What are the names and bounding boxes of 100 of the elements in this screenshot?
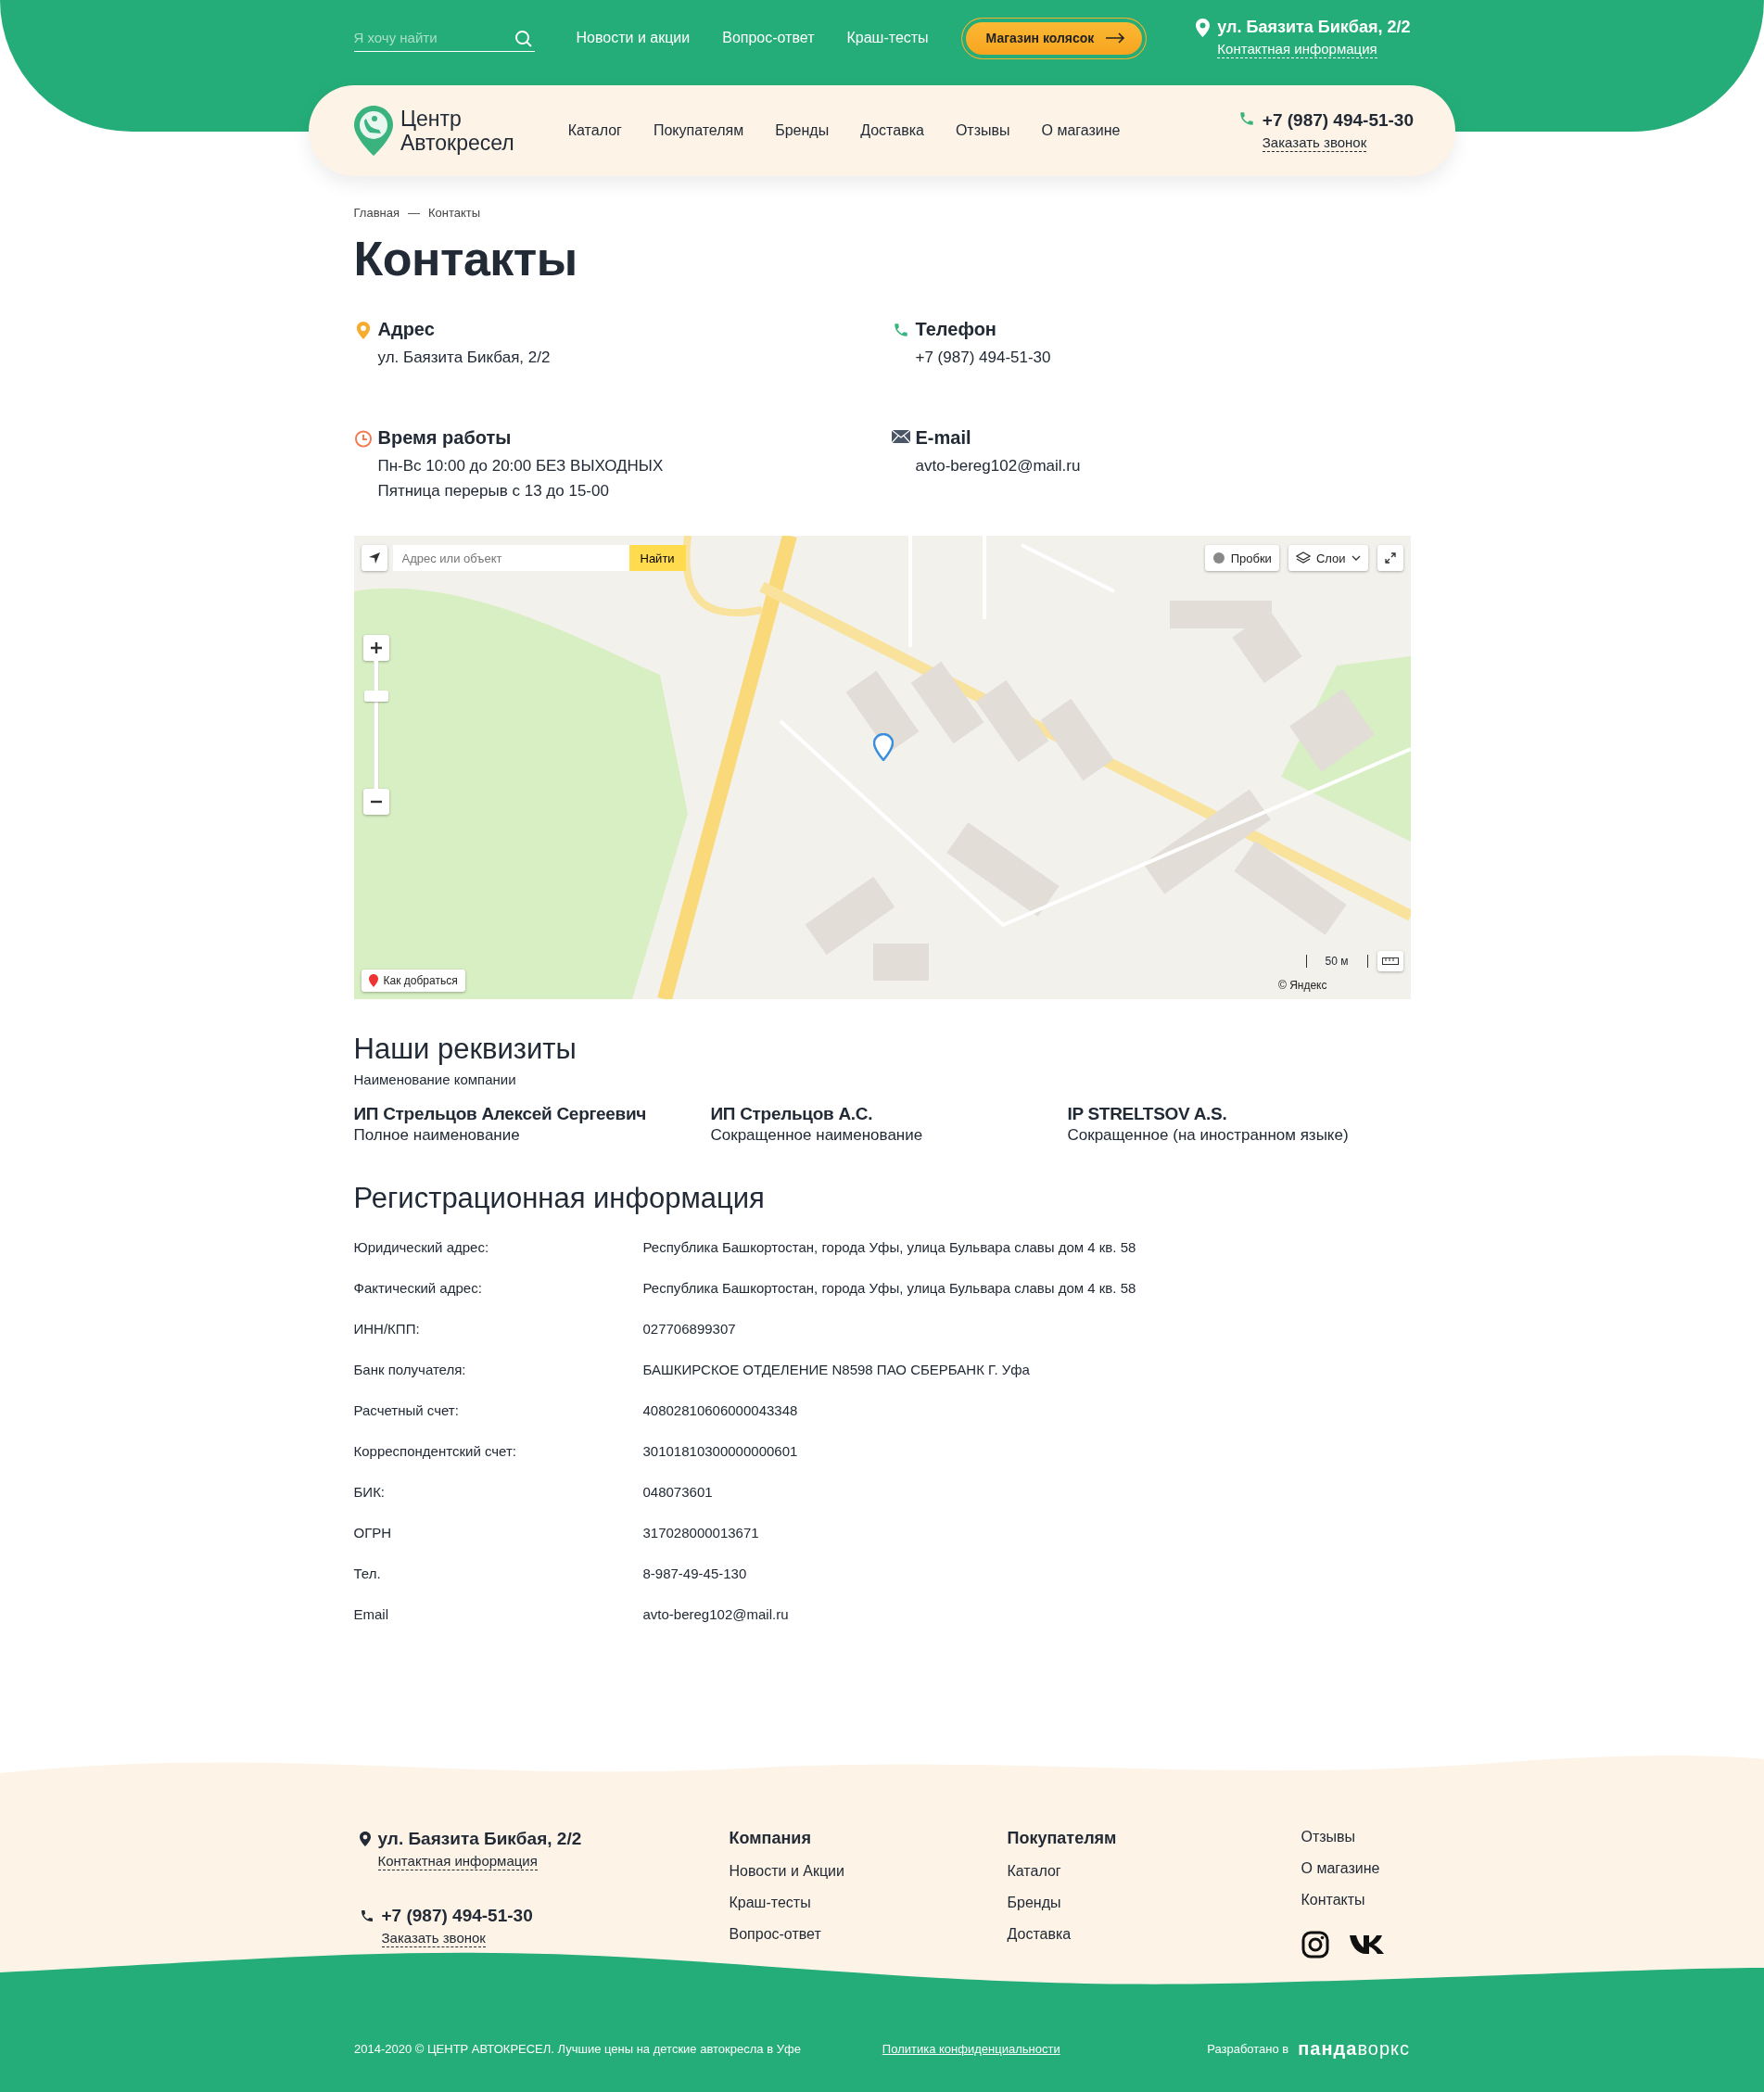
map-marker-icon — [872, 733, 894, 762]
section-subtitle: Наименование компании — [353, 1071, 517, 1088]
car-seat-logo-icon — [354, 106, 393, 156]
chevron-down-icon — [1351, 555, 1361, 562]
minus-icon — [370, 800, 382, 805]
company-name: ИП Стрельцов А.С. — [710, 1104, 874, 1125]
plus-icon — [370, 642, 382, 654]
fullscreen-button[interactable] — [1377, 545, 1403, 572]
location-pin-icon — [359, 1832, 371, 1846]
field-value: Республика Башкортостан, города Уфы, улица Бульвара славы дом 4 кв. 58 — [642, 1279, 1136, 1296]
map-scale: 50 м — [1305, 955, 1368, 969]
contact-heading: Телефон — [915, 319, 997, 341]
main-nav-link[interactable]: Доставка — [860, 122, 924, 139]
map-find-button[interactable]: Найти — [628, 545, 686, 572]
main-nav-link[interactable]: Отзывы — [955, 122, 1010, 139]
footer-link[interactable]: Контакты — [1301, 1892, 1411, 1908]
company-name: ИП Стрельцов Алексей Сергеевич — [353, 1104, 648, 1125]
route-button[interactable]: Как добраться — [361, 970, 465, 993]
field-label: Корреспондентский счет: — [353, 1442, 517, 1459]
field-label: Email — [353, 1605, 389, 1622]
footer-link[interactable]: Краш-тесты — [729, 1895, 1008, 1911]
footer-column-title: Компания — [729, 1829, 812, 1848]
field-value: 8-987-49-45-130 — [642, 1565, 747, 1581]
field-value: Республика Башкортостан, города Уфы, улица Бульвара славы дом 4 кв. 58 — [642, 1238, 1136, 1255]
field-value: 40802810606000043348 — [642, 1401, 798, 1418]
section-heading: Наши реквизиты — [353, 1033, 577, 1067]
contact-detail: avto-bereg102@mail.ru — [915, 456, 1081, 477]
breadcrumb-current: Контакты — [428, 206, 481, 220]
map-search-field[interactable]: Адрес или объект — [392, 545, 629, 572]
developer-credit: Разработано в — [1207, 2041, 1289, 2056]
expand-icon — [1384, 552, 1396, 564]
main-nav-link[interactable]: Каталог — [567, 122, 622, 139]
breadcrumb-link[interactable]: Главная — [353, 206, 400, 220]
company-name-caption: Сокращенное наименование — [710, 1126, 924, 1146]
field-label: БИК: — [353, 1483, 387, 1500]
logo-text[interactable]: Центр Автокресел — [400, 106, 514, 156]
stroller-shop-button[interactable]: Магазин колясок — [960, 17, 1148, 59]
field-label: ИНН/КПП: — [353, 1320, 421, 1337]
contact-heading: Адрес — [377, 319, 436, 341]
page-title: Контакты — [353, 233, 578, 286]
phone-icon — [1237, 109, 1255, 127]
field-value: avto-bereg102@mail.ru — [642, 1605, 789, 1622]
layers-icon — [1295, 552, 1311, 565]
navigation-arrow-icon — [367, 552, 381, 565]
map-copyright: © Яндекс — [1277, 979, 1327, 993]
breadcrumb-separator: — — [408, 206, 420, 220]
contact-info-link[interactable]: Контактная информация — [377, 1853, 538, 1870]
zoom-in-button[interactable] — [362, 635, 389, 662]
phone-number: +7 (987) 494-51-30 — [1262, 109, 1414, 131]
envelope-icon — [891, 430, 910, 444]
footer-link[interactable]: Новости и Акции — [729, 1863, 1008, 1880]
footer-link[interactable]: Каталог — [1007, 1863, 1301, 1880]
callback-link[interactable]: Заказать звонок — [381, 1930, 486, 1947]
footer-column-title: Покупателям — [1007, 1829, 1118, 1848]
copyright-text: 2014-2020 © ЦЕНТР АВТОКРЕСЕЛ. Лучшие цены на детские автокресла в Уфе — [354, 2041, 801, 2056]
field-value: 027706899307 — [642, 1320, 736, 1337]
location-pin-icon — [1196, 19, 1211, 37]
instagram-icon[interactable] — [1301, 1931, 1329, 1959]
main-nav-link[interactable]: Покупателям — [653, 122, 744, 139]
store-address: ул. Баязита Бикбая, 2/2 — [1217, 18, 1411, 37]
field-label: Банк получателя: — [353, 1361, 467, 1377]
arrow-right-icon — [1105, 32, 1126, 44]
search-field[interactable]: Я хочу найти — [353, 24, 535, 52]
footer-link[interactable]: Вопрос-ответ — [729, 1926, 1008, 1943]
ruler-icon — [1381, 957, 1399, 966]
company-name: IP STRELTSOV A.S. — [1067, 1104, 1228, 1125]
clock-icon — [353, 430, 373, 449]
contact-heading: Время работы — [377, 427, 513, 450]
field-label: Тел. — [353, 1565, 382, 1581]
company-name-caption: Сокращенное (на иностранном языке) — [1067, 1126, 1350, 1146]
map-pin-icon — [368, 974, 378, 988]
field-value: 30101810300000000601 — [642, 1442, 798, 1459]
footer-link[interactable]: Отзывы — [1301, 1829, 1411, 1845]
footer-link[interactable]: О магазине — [1301, 1860, 1411, 1877]
contact-detail: Пятница перерыв с 13 до 15-00 — [377, 481, 610, 502]
geolocation-button[interactable] — [361, 545, 387, 572]
field-label: Юридический адрес: — [353, 1238, 490, 1255]
field-value: БАШКИРСКОЕ ОТДЕЛЕНИЕ N8598 ПАО СБЕРБАНК Г. Уфа — [642, 1361, 1030, 1377]
contact-detail: ул. Баязита Бикбая, 2/2 — [377, 348, 551, 369]
section-heading: Регистрационная информация — [353, 1182, 766, 1216]
company-name-caption: Полное наименование — [353, 1126, 521, 1146]
field-value: 048073601 — [642, 1483, 713, 1500]
traffic-button[interactable]: Пробки — [1204, 545, 1279, 572]
main-nav-link[interactable]: Бренды — [775, 122, 830, 139]
field-label: Фактический адрес: — [353, 1279, 483, 1296]
field-label: ОГРН — [353, 1524, 393, 1540]
field-label: Расчетный счет: — [353, 1401, 460, 1418]
zoom-out-button[interactable] — [362, 789, 389, 816]
layers-button[interactable]: Слои — [1288, 545, 1368, 572]
field-value: 317028000013671 — [642, 1524, 759, 1540]
search-icon — [514, 30, 533, 48]
callback-link[interactable]: Заказать звонок — [1262, 133, 1367, 152]
footer-link[interactable]: Доставка — [1007, 1926, 1301, 1943]
phone-icon — [359, 1908, 374, 1923]
footer-address: ул. Баязита Бикбая, 2/2 — [377, 1829, 582, 1849]
contact-detail: Пн-Вс 10:00 до 20:00 БЕЗ ВЫХОДНЫХ — [377, 456, 664, 477]
main-nav-link[interactable]: О магазине — [1041, 122, 1121, 139]
contact-detail: +7 (987) 494-51-30 — [915, 348, 1051, 369]
footer-link[interactable]: Бренды — [1007, 1895, 1301, 1911]
ruler-button[interactable] — [1377, 951, 1403, 972]
